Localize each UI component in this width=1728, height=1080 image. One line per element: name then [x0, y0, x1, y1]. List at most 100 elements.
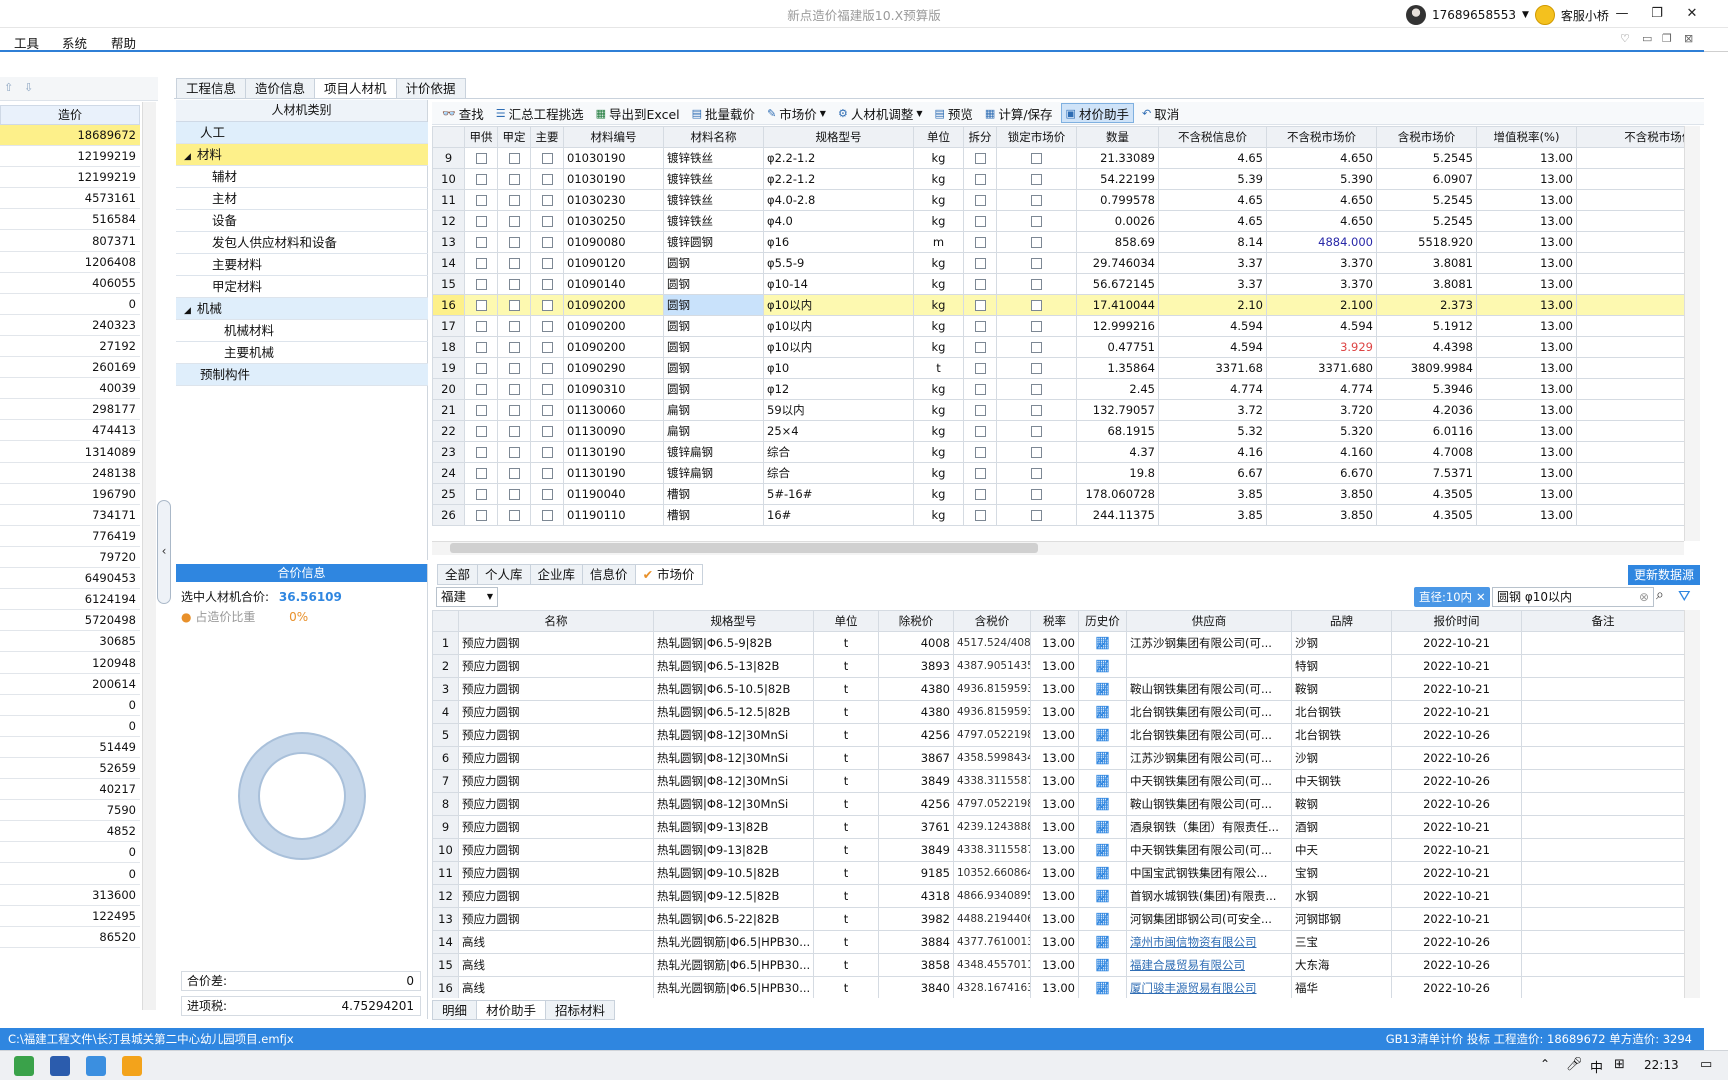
grid-cell[interactable]: 3840 — [878, 976, 954, 998]
cost-value-cell[interactable]: 1206408 — [0, 252, 140, 273]
grid-cell[interactable]: 4.7008 — [1376, 441, 1477, 463]
grid-cell[interactable]: 4008 — [878, 631, 954, 655]
checkbox-cell[interactable] — [530, 504, 564, 526]
grid-cell[interactable]: 2022-10-21 — [1391, 700, 1522, 724]
grid-cell[interactable]: kg — [913, 483, 964, 505]
cost-value-cell[interactable]: 0 — [0, 864, 140, 885]
grid-cell[interactable]: 2022-10-21 — [1391, 677, 1522, 701]
checkbox[interactable] — [974, 363, 986, 374]
grid-cell[interactable]: 01090310 — [563, 378, 664, 400]
column-header[interactable]: 甲定 — [497, 126, 531, 148]
grid-cell[interactable]: φ10 — [763, 357, 914, 379]
checkbox-cell[interactable] — [464, 273, 498, 295]
grid-cell[interactable]: 槽钢 — [663, 504, 764, 526]
grid-cell[interactable]: 北台钢铁集团有限公司(可... — [1126, 700, 1292, 724]
table-row[interactable]: 18 01090200 圆钢 φ10以内 kg 0.47751 4.594 3.929 4.43… — [432, 336, 1684, 358]
cost-value-cell[interactable]: 12199219 — [0, 146, 140, 168]
grid-cell[interactable]: t — [813, 677, 879, 701]
grid-cell[interactable]: 预应力圆钢 — [458, 746, 654, 770]
grid-cell[interactable]: 酒钢 — [1291, 815, 1392, 839]
grid-cell[interactable]: kg — [913, 294, 964, 316]
grid-cell[interactable]: 3.850 — [1266, 504, 1377, 526]
grid-cell[interactable]: 2022-10-21 — [1391, 838, 1522, 862]
grid-cell[interactable]: 4866.9340895 — [953, 884, 1031, 908]
grid-cell[interactable]: 2022-10-21 — [1391, 631, 1522, 655]
checkbox-cell[interactable] — [963, 336, 997, 358]
grid-cell[interactable]: 17.410044 — [1076, 294, 1159, 316]
grid-cell[interactable]: 预应力圆钢 — [458, 677, 654, 701]
grid-icon[interactable]: ⊞ — [1614, 1057, 1625, 1072]
table-row[interactable]: 6 预应力圆钢 热轧圆钢|Φ8-12|30MnSi t 3867 4358.5998434… — [432, 746, 1684, 770]
grid-cell[interactable]: 4517.524/4085 — [953, 631, 1031, 655]
grid-cell[interactable]: 3.8081 — [1376, 273, 1477, 295]
grid-cell[interactable]: 漳州市闽信物资有限公司 — [1126, 930, 1292, 954]
remark-cell[interactable] — [1521, 677, 1684, 701]
tab-pricing-basis[interactable]: 计价依据 — [395, 78, 466, 99]
row-number[interactable]: 14 — [432, 930, 459, 954]
row-number[interactable]: 16 — [432, 976, 459, 998]
grid-cell[interactable]: 13.00 — [1476, 252, 1577, 274]
checkbox-cell[interactable] — [464, 294, 498, 316]
grid-cell[interactable]: 13.00 — [1030, 838, 1079, 862]
checkbox[interactable] — [1031, 363, 1042, 374]
grid-cell[interactable]: 13.00 — [1476, 504, 1577, 526]
checkbox[interactable] — [1031, 489, 1042, 500]
table-row[interactable]: 8 预应力圆钢 热轧圆钢|Φ8-12|30MnSi t 4256 4797.0522198… — [432, 792, 1684, 816]
grid-cell[interactable]: 宝钢 — [1291, 861, 1392, 885]
grid-cell[interactable] — [1576, 189, 1684, 211]
cost-value-cell[interactable]: 406055 — [0, 273, 140, 294]
checkbox-cell[interactable] — [996, 147, 1077, 169]
table-row[interactable]: 25 01190040 槽钢 5#-16# kg 178.060728 3.85 3.850 4… — [432, 483, 1684, 505]
grid-cell[interactable]: 13.00 — [1030, 631, 1079, 655]
checkbox[interactable] — [541, 153, 553, 164]
checkbox-cell[interactable] — [497, 462, 531, 484]
checkbox[interactable] — [541, 405, 553, 416]
remark-cell[interactable] — [1521, 861, 1684, 885]
trend-chart-icon[interactable]: 📈︎ — [1095, 728, 1110, 742]
checkbox-cell[interactable] — [996, 210, 1077, 232]
table-row[interactable]: 22 01130090 扁钢 25×4 kg 68.1915 5.32 5.320 6.0116… — [432, 420, 1684, 442]
trend-chart-icon[interactable]: 📈︎ — [1095, 866, 1110, 880]
grid-cell[interactable]: 鞍山钢铁集团有限公司(可... — [1126, 677, 1292, 701]
table-row[interactable]: 20 01090310 圆钢 φ12 kg 2.45 4.774 4.774 5.3946 13.… — [432, 378, 1684, 400]
column-header[interactable]: 材料名称 — [663, 126, 764, 148]
checkbox[interactable] — [475, 363, 487, 374]
table-row[interactable]: 26 01190110 槽钢 16# kg 244.11375 3.85 3.850 4.350… — [432, 504, 1684, 526]
grid-cell[interactable]: 01090140 — [563, 273, 664, 295]
remark-cell[interactable] — [1521, 930, 1684, 954]
grid-cell[interactable]: 热轧圆钢|Φ6.5-12.5|82B — [653, 700, 814, 724]
grid-cell[interactable]: 2.100 — [1266, 294, 1377, 316]
grid-cell[interactable]: 21.33089 — [1076, 147, 1159, 169]
checkbox-cell[interactable] — [530, 336, 564, 358]
checkbox-cell[interactable] — [963, 294, 997, 316]
grid-cell[interactable]: 1 — [1576, 378, 1684, 400]
checkbox-cell[interactable] — [996, 252, 1077, 274]
grid-cell[interactable]: 三宝 — [1291, 930, 1392, 954]
grid-cell[interactable]: 高线 — [458, 976, 654, 998]
grid-cell[interactable]: 综合 — [763, 441, 914, 463]
history-price-cell[interactable]: 📈︎ — [1078, 861, 1127, 885]
grid-cell[interactable]: kg — [913, 504, 964, 526]
checkbox[interactable] — [475, 405, 487, 416]
grid-cell[interactable]: 圆钢 — [663, 252, 764, 274]
cost-value-cell[interactable]: 734171 — [0, 505, 140, 526]
grid-cell[interactable]: 13.00 — [1030, 815, 1079, 839]
row-number[interactable]: 23 — [432, 441, 465, 463]
grid-cell[interactable]: 3.850 — [1266, 483, 1377, 505]
checkbox-cell[interactable] — [464, 483, 498, 505]
grid-cell[interactable]: 中天 — [1291, 838, 1392, 862]
grid-cell[interactable]: 12.999216 — [1076, 315, 1159, 337]
grid-cell[interactable]: 01130060 — [563, 399, 664, 421]
checkbox-cell[interactable] — [497, 315, 531, 337]
checkbox[interactable] — [508, 384, 520, 395]
grid-cell[interactable]: t — [813, 838, 879, 862]
cost-value-cell[interactable]: 298177 — [0, 399, 140, 421]
grid-cell[interactable]: t — [813, 953, 879, 977]
update-datasource-button[interactable]: 更新数据源 — [1628, 565, 1700, 585]
grid-cell[interactable]: 3.929 — [1266, 336, 1377, 358]
grid-cell[interactable]: 沙钢 — [1291, 631, 1392, 655]
row-number[interactable]: 19 — [432, 357, 465, 379]
table-row[interactable]: 17 01090200 圆钢 φ10以内 kg 12.999216 4.594 4.594 5.… — [432, 315, 1684, 337]
price-assistant-button[interactable]: ▣ 材价助手 — [1060, 103, 1134, 123]
checkbox[interactable] — [1031, 447, 1042, 458]
